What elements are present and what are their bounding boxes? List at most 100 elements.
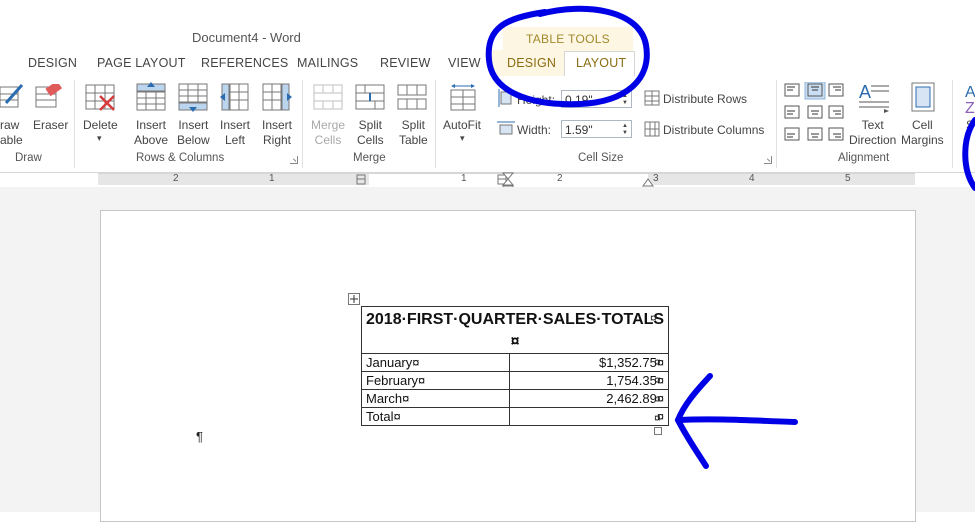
- group-label-draw: Draw: [15, 152, 42, 164]
- value-cell[interactable]: 2,462.89¤: [508, 389, 670, 408]
- tab-view[interactable]: VIEW: [448, 56, 481, 70]
- insert-above-label[interactable]: Insert Above: [134, 118, 168, 148]
- autofit-dropdown-chevron-icon[interactable]: ▾: [460, 131, 465, 146]
- separator: [435, 80, 436, 168]
- separator: [776, 80, 777, 168]
- column-width-input[interactable]: 1.59" ▲ ▼: [561, 120, 632, 138]
- paragraph-mark: ¶: [196, 429, 203, 444]
- document-title: Document4 - Word: [192, 30, 301, 45]
- distribute-rows-icon[interactable]: [644, 90, 660, 106]
- alignment-grid-icons[interactable]: [783, 82, 847, 144]
- tab-mailings[interactable]: MAILINGS: [297, 56, 358, 70]
- tab-design[interactable]: DESIGN: [28, 56, 77, 70]
- merge-cells-label: Merge Cells: [311, 118, 346, 147]
- sort-label-partial[interactable]: S: [966, 118, 974, 133]
- text-direction-icon[interactable]: A: [857, 82, 891, 114]
- split-table-label[interactable]: Split Table: [399, 118, 428, 148]
- insert-right-icon[interactable]: [262, 82, 292, 112]
- end-of-row-mark: ¤: [654, 355, 661, 369]
- right-indent-marker-icon[interactable]: [642, 177, 654, 187]
- sort-icon[interactable]: A Z: [962, 82, 975, 114]
- ruler-number: 1: [461, 173, 467, 184]
- group-label-cell-size: Cell Size: [578, 152, 624, 164]
- split-table-icon[interactable]: [397, 84, 427, 112]
- distribute-columns-icon[interactable]: [644, 121, 660, 137]
- svg-text:A: A: [859, 82, 871, 102]
- rows-columns-launcher-icon[interactable]: [290, 156, 298, 164]
- month-cell[interactable]: February¤: [361, 371, 510, 390]
- sales-table[interactable]: 2018·FIRST·QUARTER·SALES·TOTALS ¤ Januar…: [360, 306, 670, 426]
- insert-above-icon[interactable]: [136, 82, 166, 112]
- delete-dropdown-chevron-icon[interactable]: ▾: [97, 131, 102, 146]
- table-row[interactable]: March¤ 2,462.89¤: [361, 389, 670, 408]
- end-of-row-mark: ¤: [654, 373, 661, 387]
- width-icon: [497, 121, 515, 135]
- ruler-number: 4: [749, 173, 755, 184]
- table-tools-title: TABLE TOOLS: [525, 32, 610, 46]
- separator: [952, 80, 953, 168]
- draw-table-icon[interactable]: [0, 83, 24, 109]
- tab-references[interactable]: REFERENCES: [201, 56, 288, 70]
- table-title-cell[interactable]: 2018·FIRST·QUARTER·SALES·TOTALS ¤: [360, 306, 670, 354]
- height-label: Height:: [517, 93, 556, 107]
- cell-size-launcher-icon[interactable]: [764, 156, 772, 164]
- table-row[interactable]: January¤ $1,352.75¤: [361, 353, 670, 372]
- group-label-merge: Merge: [353, 152, 386, 164]
- autofit-icon[interactable]: [450, 84, 478, 112]
- end-cell-mark: ¤: [510, 333, 520, 350]
- title-bar: [0, 0, 975, 50]
- distribute-columns-label[interactable]: Distribute Columns: [663, 123, 764, 138]
- width-spin-down-icon[interactable]: ▼: [622, 129, 629, 137]
- month-cell[interactable]: Total¤: [361, 407, 510, 426]
- value-cell[interactable]: $1,352.75¤: [508, 353, 670, 372]
- ruler-number: 5: [845, 173, 851, 184]
- group-label-alignment: Alignment: [838, 152, 890, 164]
- tab-table-layout[interactable]: LAYOUT: [576, 56, 626, 70]
- svg-text:Z: Z: [965, 100, 975, 114]
- insert-below-label[interactable]: Insert Below: [177, 118, 210, 148]
- cell-margins-label[interactable]: Cell Margins: [901, 118, 944, 148]
- table-title: 2018·FIRST·QUARTER·SALES·TOTALS: [366, 311, 665, 328]
- split-cells-icon[interactable]: [355, 84, 385, 112]
- table-move-handle-icon[interactable]: [348, 293, 360, 305]
- column-marker-icon[interactable]: [355, 174, 367, 185]
- text-direction-label[interactable]: Text Direction: [849, 118, 896, 148]
- ruler-margin-right: [648, 174, 915, 185]
- month-cell[interactable]: January¤: [361, 353, 510, 372]
- draw-table-label-2[interactable]: able: [0, 133, 23, 148]
- table-row[interactable]: Total¤ ¤: [361, 407, 670, 426]
- separator: [74, 80, 75, 168]
- distribute-rows-label[interactable]: Distribute Rows: [663, 92, 747, 107]
- delete-icon[interactable]: [85, 84, 117, 112]
- insert-right-label[interactable]: Insert Right: [262, 118, 292, 148]
- end-of-row-mark: ¤: [654, 411, 661, 425]
- value-cell[interactable]: 1,754.35¤: [508, 371, 670, 390]
- insert-left-icon[interactable]: [220, 82, 250, 112]
- group-label-rows-columns: Rows & Columns: [136, 152, 225, 164]
- cell-margins-icon[interactable]: [910, 82, 938, 114]
- row-height-input[interactable]: 0.19" ▲ ▼: [561, 90, 632, 108]
- table-row[interactable]: February¤ 1,754.35¤: [361, 371, 670, 390]
- width-label: Width:: [517, 123, 552, 137]
- tab-page-layout[interactable]: PAGE LAYOUT: [97, 56, 186, 70]
- insert-below-icon[interactable]: [178, 82, 208, 112]
- draw-table-label-1[interactable]: raw: [0, 118, 19, 133]
- tab-review[interactable]: REVIEW: [380, 56, 431, 70]
- svg-text:A: A: [965, 84, 975, 101]
- table-resize-handle-icon[interactable]: [654, 427, 662, 435]
- end-of-row-mark: ¤: [654, 392, 661, 406]
- height-icon: [498, 89, 512, 107]
- separator: [302, 80, 303, 168]
- tab-table-design[interactable]: DESIGN: [507, 56, 556, 70]
- end-of-row-mark: ¤: [650, 311, 657, 325]
- ruler-number: 1: [269, 173, 275, 184]
- value-cell[interactable]: ¤: [508, 407, 670, 426]
- month-cell[interactable]: March¤: [361, 389, 510, 408]
- ruler-number: 2: [557, 173, 563, 184]
- eraser-icon[interactable]: [35, 84, 63, 110]
- split-cells-label[interactable]: Split Cells: [357, 118, 384, 148]
- eraser-label[interactable]: Eraser: [33, 118, 68, 133]
- merge-cells-icon: [313, 84, 343, 110]
- insert-left-label[interactable]: Insert Left: [220, 118, 250, 148]
- height-spin-down-icon[interactable]: ▼: [622, 99, 629, 107]
